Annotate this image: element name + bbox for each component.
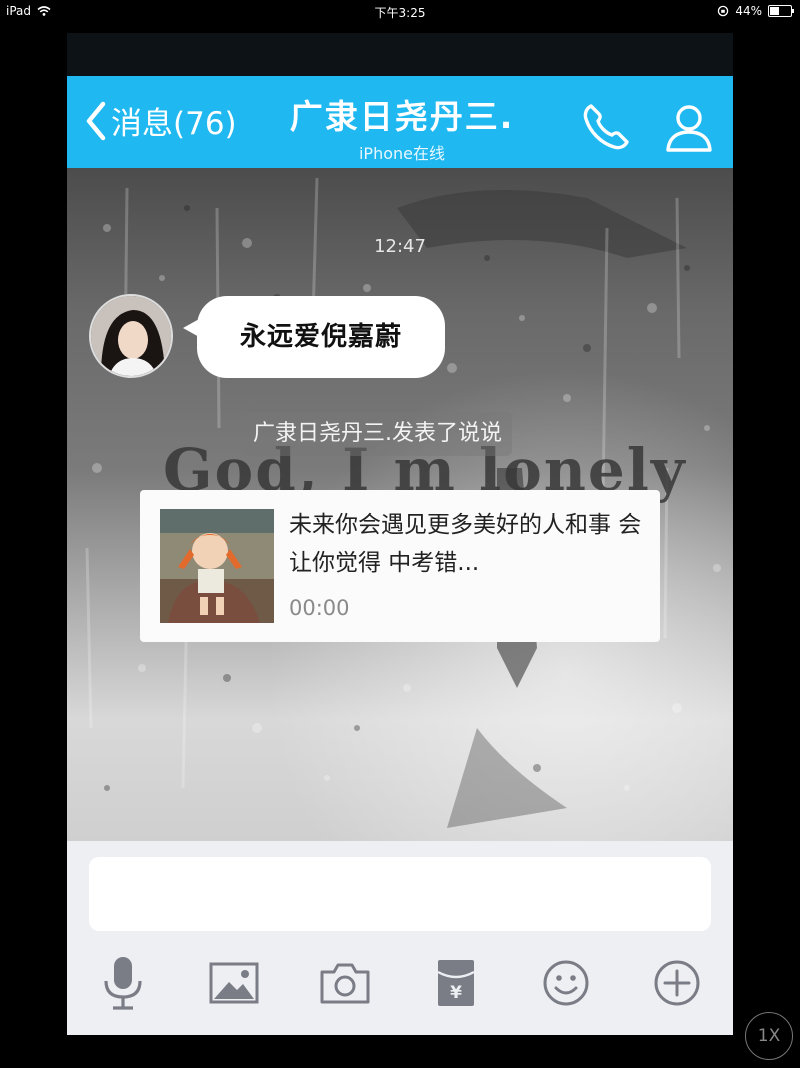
status-bar-right: 44%	[717, 4, 794, 18]
top-dark-band	[67, 33, 733, 76]
photo-button[interactable]	[204, 953, 264, 1013]
post-time: 00:00	[289, 596, 350, 620]
battery-icon	[768, 5, 794, 17]
back-button[interactable]: 消息(76)	[85, 98, 237, 143]
back-label: 消息(76)	[111, 106, 237, 142]
profile-button[interactable]	[661, 100, 717, 160]
call-button[interactable]	[579, 100, 633, 158]
contact-name: 广隶日尧丹三.	[289, 97, 515, 136]
emoji-button[interactable]	[536, 953, 596, 1013]
red-packet-icon: ¥	[437, 960, 475, 1006]
status-bar: iPad 下午3:25 44%	[0, 0, 800, 24]
chat-area: 12:47 永远爱倪嘉蔚 God, I m lonely 广隶日尧丹三.发表了说…	[67, 168, 733, 841]
more-button[interactable]	[647, 953, 707, 1013]
emoji-icon	[543, 960, 589, 1006]
chat-header: 消息(76) 广隶日尧丹三. iPhone在线	[67, 76, 733, 168]
red-packet-button[interactable]: ¥	[426, 953, 486, 1013]
post-notice: 广隶日尧丹三.发表了说说	[243, 412, 512, 456]
message-bubble[interactable]: 永远爱倪嘉蔚	[197, 296, 445, 378]
post-thumbnail	[160, 509, 274, 623]
post-text: 未来你会遇见更多美好的人和事 会让你觉得 中考错...	[289, 512, 642, 576]
message-input[interactable]	[89, 857, 711, 931]
shared-post-card[interactable]: 未来你会遇见更多美好的人和事 会让你觉得 中考错... 00:00	[140, 490, 660, 642]
chevron-left-icon	[86, 101, 106, 140]
chat-title: 广隶日尧丹三. iPhone在线	[257, 90, 547, 164]
image-icon	[209, 962, 259, 1004]
plus-icon	[654, 960, 700, 1006]
zoom-toggle-button[interactable]: 1X	[745, 1012, 793, 1060]
camera-button[interactable]	[315, 953, 375, 1013]
camera-icon	[320, 963, 370, 1004]
voice-button[interactable]	[93, 953, 153, 1013]
battery-percent: 44%	[735, 4, 762, 18]
cartoon-girl-image	[160, 509, 274, 623]
avatar-image	[91, 296, 171, 376]
svg-text:¥: ¥	[450, 983, 462, 1003]
chat-app: 消息(76) 广隶日尧丹三. iPhone在线 12:47 永远爱倪嘉蔚 God…	[67, 33, 733, 1035]
avatar[interactable]	[89, 294, 173, 378]
phone-icon	[583, 104, 629, 150]
message-timestamp: 12:47	[374, 236, 426, 257]
orientation-lock-icon	[718, 5, 729, 17]
input-bar: ¥	[67, 841, 733, 1035]
contact-status: iPhone在线	[358, 144, 445, 163]
message-text: 永远爱倪嘉蔚	[239, 322, 402, 352]
user-profile-icon	[666, 105, 712, 152]
microphone-icon	[104, 957, 142, 1010]
input-toolbar: ¥	[67, 953, 733, 1013]
status-time: 下午3:25	[374, 6, 426, 20]
